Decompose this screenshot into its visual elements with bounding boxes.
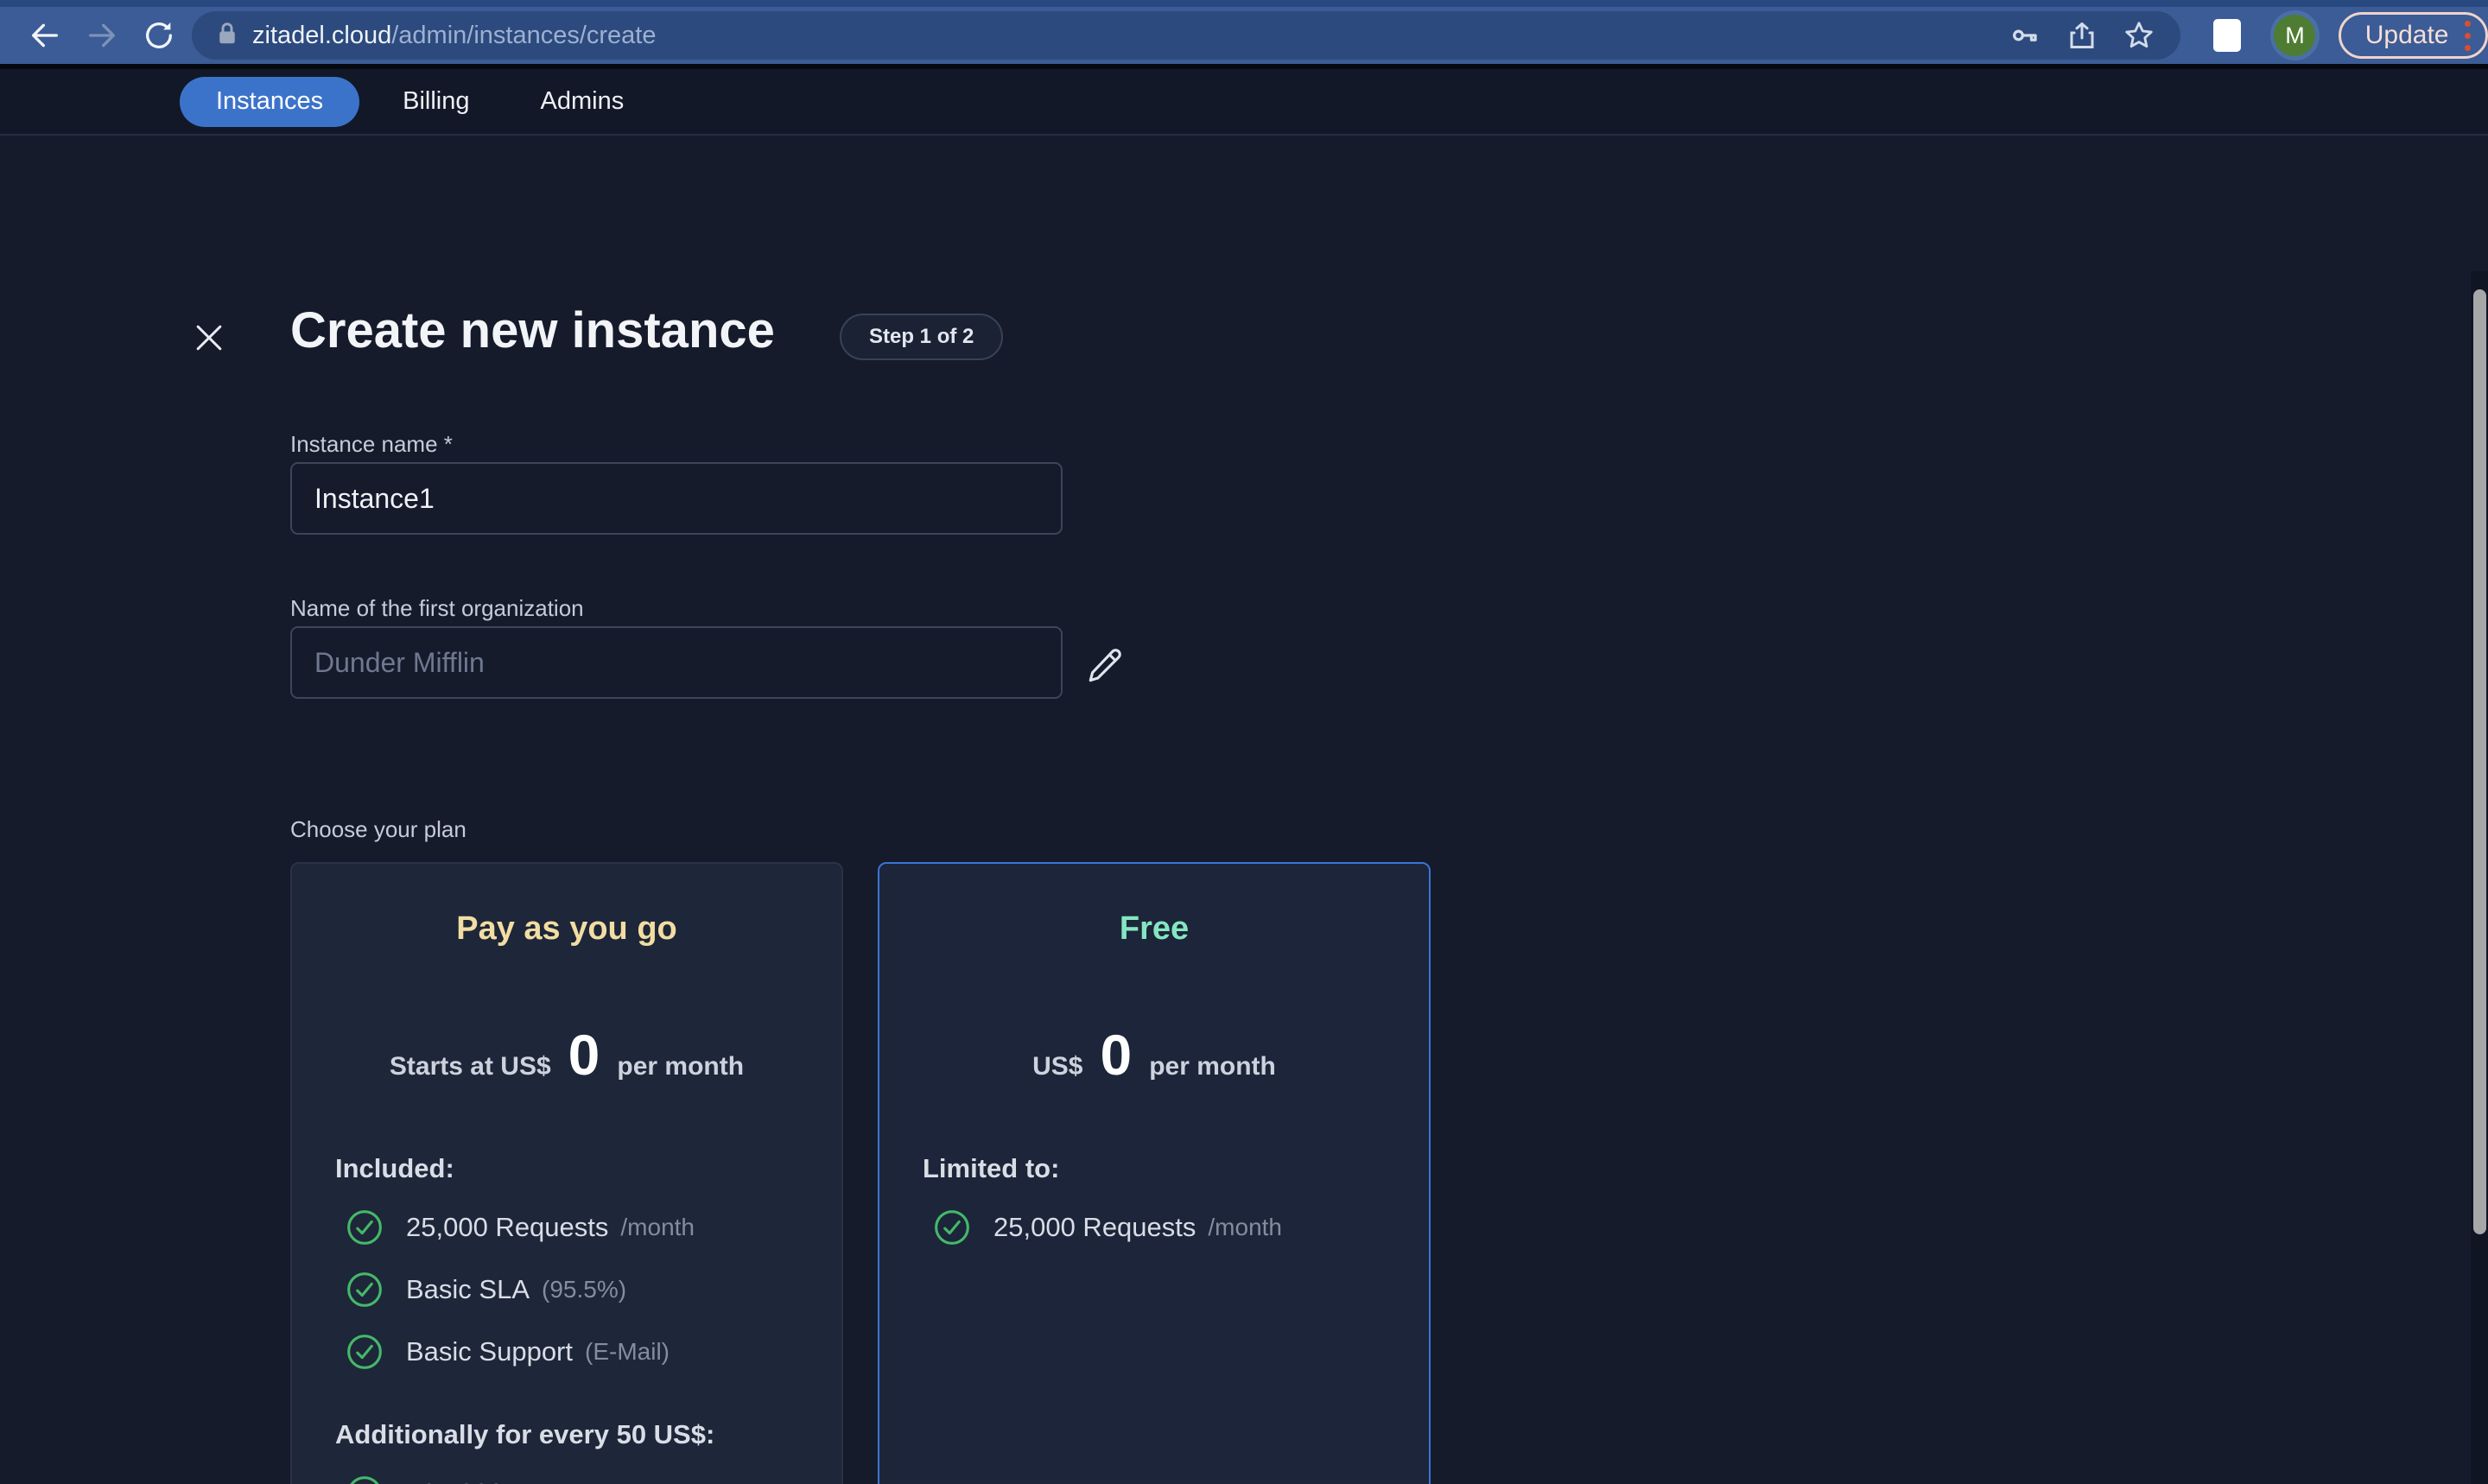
feature-row: Basic Support (E-Mail): [346, 1333, 841, 1371]
feature-note: (95.5%): [542, 1276, 627, 1303]
close-icon[interactable]: [187, 315, 232, 360]
feature-row: +25,000 Requests /month: [346, 1474, 841, 1484]
feature-row: 25,000 Requests /month: [933, 1208, 1429, 1246]
page-title: Create new instance: [290, 302, 775, 358]
browser-update-button[interactable]: Update: [2339, 12, 2488, 59]
share-icon[interactable]: [2063, 16, 2101, 54]
check-circle-icon: [935, 1210, 969, 1245]
plan-price: US$ 0 per month: [879, 1022, 1429, 1088]
price-suffix: per month: [617, 1052, 745, 1081]
features-header: Included:: [335, 1153, 454, 1183]
feature-row: 25,000 Requests /month: [346, 1208, 841, 1246]
check-circle-icon: [347, 1272, 382, 1307]
lock-icon[interactable]: [214, 19, 240, 53]
feature-text: +25,000 Requests: [406, 1478, 625, 1484]
instance-name-label: Instance name *: [290, 431, 453, 457]
feature-note: (E-Mail): [585, 1338, 670, 1365]
plan-title: Pay as you go: [456, 910, 677, 947]
feature-note: /month: [1208, 1214, 1283, 1240]
tab-instances[interactable]: Instances: [180, 76, 360, 127]
feature-note: /month: [637, 1480, 711, 1484]
features-header: Limited to:: [923, 1153, 1060, 1183]
plan-price: Starts at US$ 0 per month: [292, 1022, 841, 1088]
browser-toolbar: zitadel.cloud/admin/instances/create M U…: [0, 7, 2488, 64]
plan-title: Free: [1119, 910, 1190, 947]
choose-plan-label: Choose your plan: [290, 816, 466, 842]
price-amount: 0: [568, 1023, 600, 1087]
three-dots-menu-icon[interactable]: [2464, 20, 2471, 51]
feature-text: 25,000 Requests: [993, 1212, 1196, 1242]
scrollbar-thumb[interactable]: [2473, 289, 2486, 1234]
extra-header: Additionally for every 50 US$:: [335, 1419, 715, 1449]
org-name-input[interactable]: [290, 626, 1063, 699]
plan-card-pay-as-you-go[interactable]: Pay as you go Starts at US$ 0 per month …: [290, 862, 843, 1484]
bookmark-star-icon[interactable]: [2120, 16, 2158, 54]
price-prefix: Starts at US$: [389, 1052, 551, 1081]
url-host: zitadel.cloud: [252, 21, 392, 49]
avatar-letter: M: [2274, 15, 2316, 56]
plan-card-free[interactable]: Free US$ 0 per month Limited to: 25,000 …: [878, 862, 1431, 1484]
address-bar[interactable]: zitadel.cloud/admin/instances/create: [192, 11, 2181, 60]
app-nav: Instances Billing Admins: [0, 69, 2488, 136]
reload-icon[interactable]: [140, 16, 178, 54]
check-circle-icon: [347, 1335, 382, 1369]
password-key-icon[interactable]: [2006, 16, 2044, 54]
back-icon[interactable]: [26, 16, 64, 54]
feature-note: /month: [620, 1214, 695, 1240]
profile-avatar[interactable]: M: [2269, 10, 2320, 60]
tab-admins[interactable]: Admins: [541, 87, 625, 116]
check-circle-icon: [350, 1476, 379, 1484]
window-top-strip: [0, 0, 2488, 7]
url-path: /admin/instances/create: [391, 21, 657, 49]
feature-row: Basic SLA (95.5%): [346, 1271, 841, 1309]
feature-text: 25,000 Requests: [406, 1212, 609, 1242]
price-prefix: US$: [1032, 1052, 1083, 1081]
tab-billing[interactable]: Billing: [403, 87, 469, 116]
price-amount: 0: [1100, 1023, 1133, 1087]
side-panel-icon[interactable]: [2203, 11, 2251, 60]
feature-text: Basic Support: [406, 1336, 573, 1367]
forward-icon[interactable]: [83, 16, 121, 54]
feature-text: Basic SLA: [406, 1274, 530, 1304]
main-content: Create new instance Step 1 of 2 Instance…: [0, 136, 2488, 1484]
price-suffix: per month: [1149, 1052, 1276, 1081]
edit-pencil-icon[interactable]: [1082, 642, 1130, 690]
scrollbar-track[interactable]: [2471, 271, 2488, 1484]
url-text: zitadel.cloud/admin/instances/create: [252, 22, 657, 50]
instance-name-input[interactable]: [290, 462, 1063, 535]
org-name-label: Name of the first organization: [290, 595, 584, 621]
update-label: Update: [2364, 21, 2449, 49]
step-badge: Step 1 of 2: [840, 314, 1004, 360]
check-circle-icon: [347, 1210, 382, 1245]
